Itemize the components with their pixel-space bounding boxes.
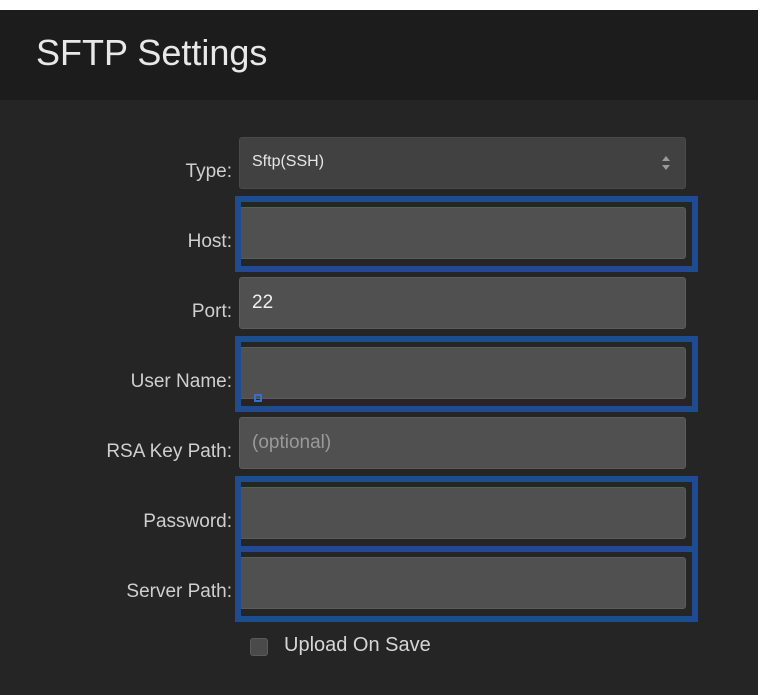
rsa-key-path-label: RSA Key Path: <box>106 441 232 462</box>
type-label: Type: <box>185 161 232 182</box>
page-title: SFTP Settings <box>36 32 268 73</box>
server-path-input[interactable] <box>239 557 686 609</box>
type-select-value: Sftp(SSH) <box>252 153 325 170</box>
sftp-settings-panel: SFTP Settings Type: Sftp(SSH) Host: Port… <box>0 10 758 695</box>
panel-header: SFTP Settings <box>0 10 758 100</box>
password-input[interactable] <box>239 487 686 539</box>
password-label: Password: <box>143 511 232 532</box>
text-cursor-marker <box>254 394 262 402</box>
user-name-label: User Name: <box>130 371 232 392</box>
rsa-key-path-placeholder: (optional) <box>252 432 332 453</box>
host-label: Host: <box>187 231 232 252</box>
server-path-label: Server Path: <box>126 581 232 602</box>
upload-on-save-checkbox[interactable] <box>250 638 268 656</box>
updown-chevrons-icon <box>662 156 670 170</box>
type-select[interactable]: Sftp(SSH) <box>239 137 686 189</box>
rsa-key-path-input[interactable]: (optional) <box>239 417 686 469</box>
user-name-input[interactable] <box>239 347 686 399</box>
host-input[interactable] <box>239 207 686 259</box>
port-input[interactable]: 22 <box>239 277 686 329</box>
port-input-value: 22 <box>252 292 274 313</box>
upload-on-save-label[interactable]: Upload On Save <box>284 634 431 657</box>
port-label: Port: <box>191 301 232 322</box>
